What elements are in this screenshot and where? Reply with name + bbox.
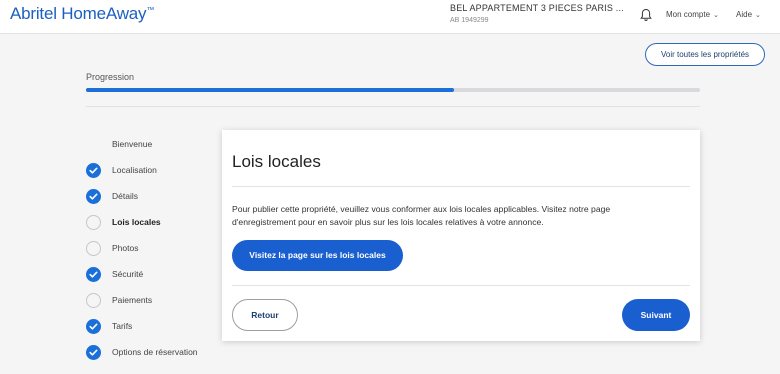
back-button[interactable]: Retour [232,299,298,331]
divider [232,285,690,286]
card-title: Lois locales [232,152,321,171]
step-label: Tarifs [112,321,133,331]
help-label: Aide [736,10,753,19]
brand-trademark: ™ [146,5,155,15]
step-label: Photos [112,243,139,253]
step-paiements[interactable]: Paiements [86,293,226,309]
divider [232,186,690,187]
check-circle-icon [86,267,101,282]
progress-fill [86,88,455,92]
step-details[interactable]: Détails [86,189,226,205]
empty-circle-icon [86,241,101,256]
local-laws-card: Lois locales Pour publier cette propriét… [222,130,700,341]
step-options-reservation[interactable]: Options de réservation [86,345,226,361]
check-circle-icon [86,189,101,204]
step-bienvenue[interactable]: Bienvenue [86,137,226,153]
next-button[interactable]: Suivant [622,299,690,331]
step-label: Détails [112,191,138,201]
account-menu[interactable]: Mon compte ⌄ [666,10,719,19]
chevron-down-icon: ⌄ [713,12,719,19]
check-circle-icon [86,163,101,178]
chevron-down-icon: ⌄ [755,12,761,19]
brand-logo[interactable]: Abritel HomeAway™ [10,4,154,24]
step-localisation[interactable]: Localisation [86,163,226,179]
check-circle-icon [86,345,101,360]
step-label: Lois locales [112,217,161,227]
step-securite[interactable]: Sécurité [86,267,226,283]
property-id: AB 1949299 [450,17,489,24]
help-menu[interactable]: Aide ⌄ [736,10,761,19]
brand-name: Abritel HomeAway [10,4,147,23]
check-circle-icon [86,319,101,334]
progress-label: Progression [86,72,135,82]
step-tarifs[interactable]: Tarifs [86,319,226,335]
step-lois-locales[interactable]: Lois locales [86,215,226,231]
step-label: Localisation [112,165,157,175]
step-label: Paiements [112,295,153,305]
step-label: Sécurité [112,269,144,279]
step-label: Options de réservation [112,347,198,357]
empty-circle-icon [86,293,101,308]
card-body-text: Pour publier cette propriété, veuillez v… [232,204,611,227]
step-label: Bienvenue [112,139,153,149]
top-header: Abritel HomeAway™ BEL APPARTEMENT 3 PIEC… [0,0,780,34]
divider [86,106,700,107]
bell-icon[interactable] [640,8,652,22]
see-all-properties-button[interactable]: Voir toutes les propriétés [645,43,765,66]
progress-bar [86,88,700,92]
visit-local-laws-button[interactable]: Visitez la page sur les lois locales [232,240,403,271]
property-title[interactable]: BEL APPARTEMENT 3 PIECES PARIS ... [450,3,624,13]
empty-circle-icon [86,215,101,230]
step-photos[interactable]: Photos [86,241,226,257]
account-label: Mon compte [666,10,711,19]
